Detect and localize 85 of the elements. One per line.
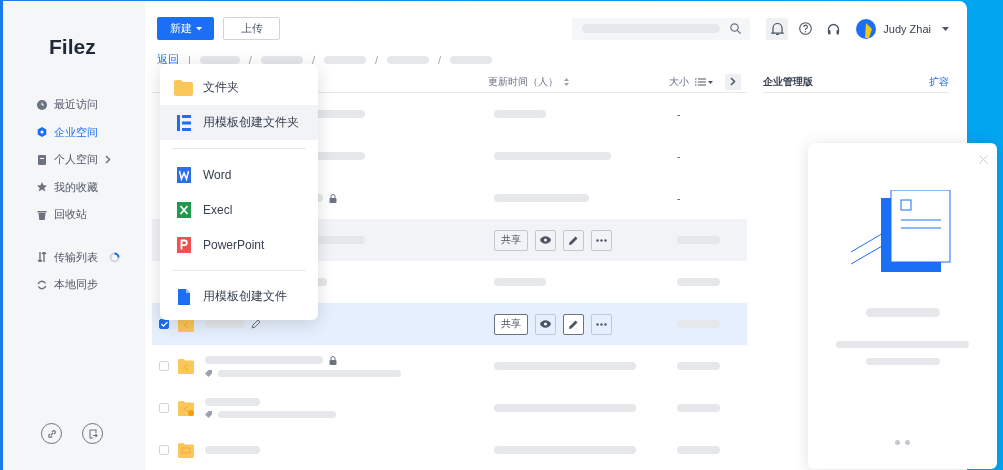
preview-button[interactable] [535,313,556,335]
sidebar-item[interactable]: 我的收藏 [3,173,145,201]
menu-item[interactable]: 文件夹 [160,70,318,105]
column-header[interactable]: 更新时间（人） [488,74,558,89]
more-icon [596,322,607,326]
shared-folder-icon [178,358,194,374]
edit-button[interactable] [563,313,584,335]
user-name[interactable]: Judy Zhai [883,22,931,35]
menu-item[interactable]: Word [160,157,318,192]
menu-item[interactable]: PowerPoint [160,227,318,262]
presentation-icon [174,236,193,253]
star-icon [37,182,47,193]
menu-item[interactable]: 用模板创建文件 [160,279,318,314]
folder-icon [178,442,194,458]
breadcrumb-separator: / [311,53,315,66]
placeholder-bar [205,398,260,406]
sidebar-item[interactable]: 企业空间 [3,118,145,146]
breadcrumb-separator: / [375,53,379,66]
bell-icon[interactable] [766,17,789,40]
caret-icon[interactable] [942,26,949,31]
eye-icon [540,236,551,244]
book-icon [37,154,47,165]
template-icon [174,114,193,131]
share-button[interactable]: 共享 [494,313,528,335]
sidebar-item[interactable]: 回收站 [3,201,145,229]
pager-dots[interactable] [895,440,910,445]
transfer-icon [37,252,47,263]
avatar[interactable] [856,18,877,39]
eye-icon [540,320,551,328]
more-button[interactable] [591,229,612,251]
pencil-icon [569,319,578,329]
placeholder-bar [677,446,720,454]
caret-icon [195,26,202,31]
placeholder-bar [677,362,720,370]
search-icon [730,23,742,34]
size-text: - [677,108,681,120]
preview-button[interactable] [535,229,556,251]
trash-icon [37,209,47,220]
column-header[interactable]: 大小 [669,74,689,89]
folder-icon [174,79,193,96]
sidebar-item[interactable]: 个人空间 [3,146,145,174]
expand-button[interactable] [725,73,741,90]
close-icon[interactable] [979,155,988,164]
edit-button[interactable] [563,229,584,251]
share-button[interactable]: 共享 [494,229,528,251]
upload-button[interactable]: 上传 [223,17,280,40]
size-text: - [677,192,681,204]
sidebar-item[interactable]: 最近访问 [3,91,145,119]
sidebar-item[interactable]: 传输列表 [3,243,145,271]
more-button[interactable] [591,313,612,335]
placeholder-bar [199,55,240,64]
new-button[interactable]: 新建 [157,17,214,40]
placeholder-bar [387,55,430,64]
sort-icon[interactable] [564,77,569,86]
spreadsheet-icon [174,201,193,218]
placeholder-bar [205,320,245,328]
sync-icon [37,279,47,290]
logo: Filez [48,35,97,60]
placeholder-bar [494,278,546,286]
shared-folder-icon [178,400,194,416]
chevron-right-icon [730,77,736,86]
sidebar-item[interactable]: 本地同步 [3,271,145,299]
placeholder-bar [677,404,720,412]
panel-title: 企业管理版 [763,74,813,89]
placeholder-bar [260,55,303,64]
placeholder-bar [205,446,260,454]
breadcrumb-separator: / [438,53,442,66]
placeholder-bar [494,110,546,118]
pencil-icon [569,235,578,245]
size-text: - [677,150,681,162]
expand-link[interactable]: 扩容 [929,74,949,89]
word-icon [174,166,193,183]
more-icon [596,238,607,242]
placeholder-bar [324,55,366,64]
menu-item[interactable]: Execl [160,192,318,227]
placeholder-bar [450,55,493,64]
back-link[interactable]: 返回 [157,52,179,67]
hexagon-icon [37,127,47,138]
list-view-icon[interactable] [695,77,713,86]
breadcrumb-separator: / [248,53,252,66]
menu-item[interactable]: 用模板创建文件夹 [160,105,318,140]
pencil-icon[interactable] [251,319,261,329]
placeholder-bar [677,278,720,286]
search-field[interactable] [572,17,751,40]
clock-icon [37,99,47,110]
